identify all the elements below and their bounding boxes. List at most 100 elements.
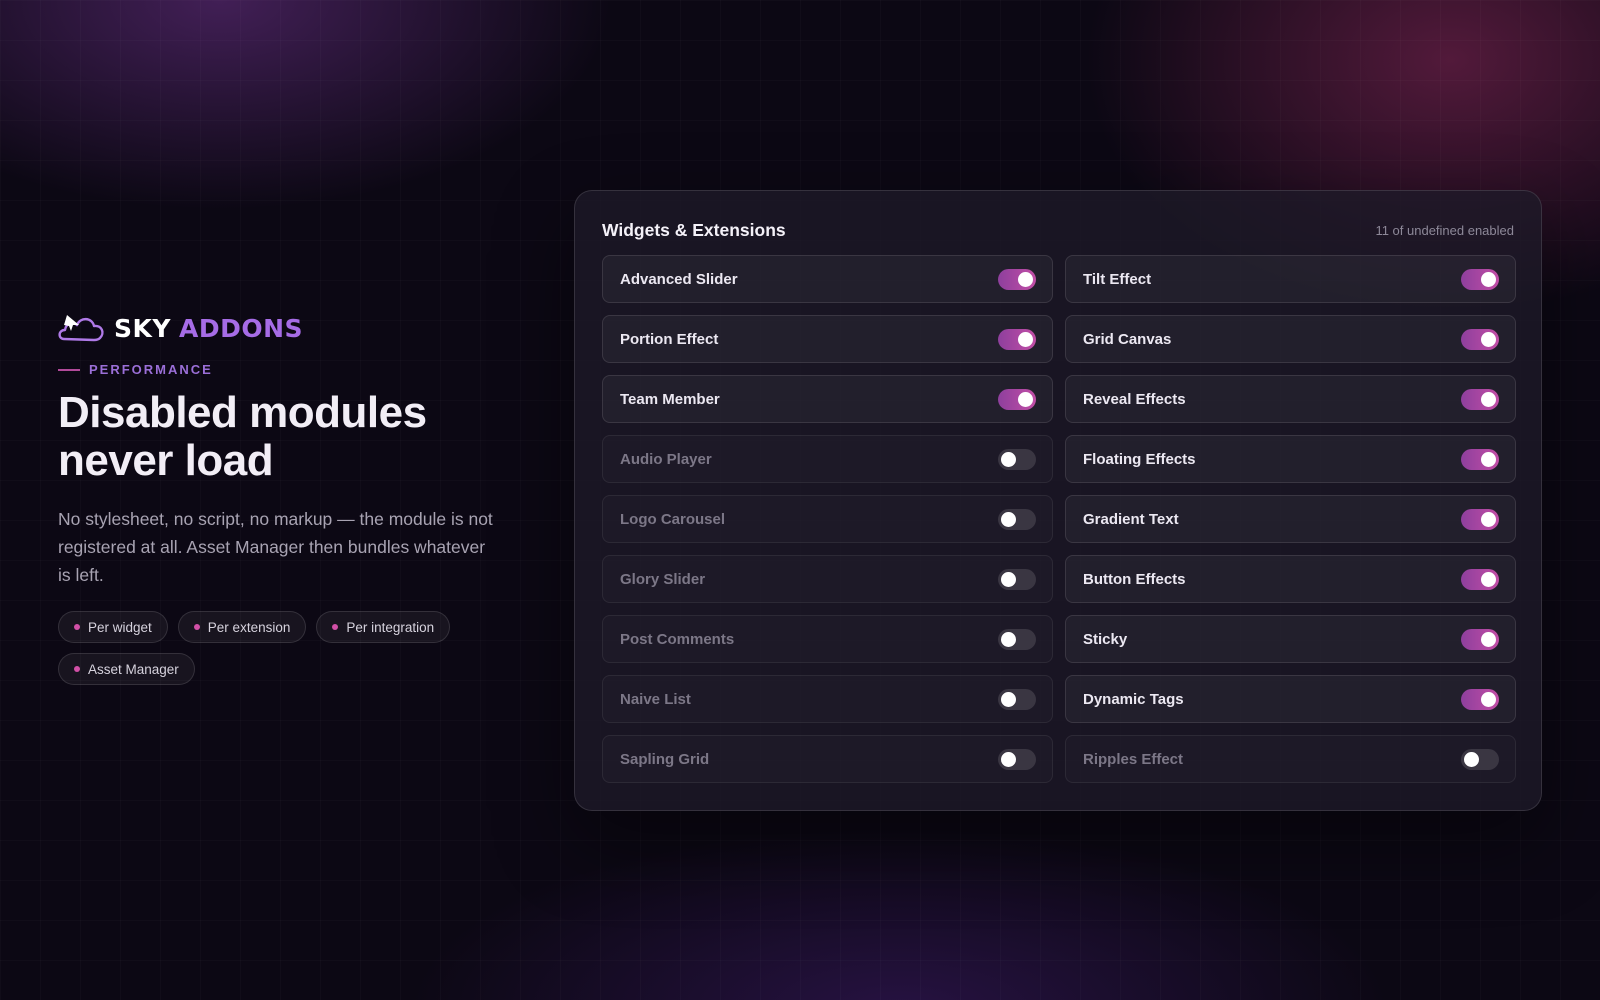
toggle-knob [1001, 571, 1016, 587]
module-toggle[interactable] [1461, 748, 1499, 770]
module-label: Grid Canvas [1083, 330, 1172, 348]
module-row[interactable]: Naive List [602, 675, 1053, 723]
toggle-knob [1018, 331, 1033, 347]
module-toggle[interactable] [1461, 688, 1499, 710]
module-label: Reveal Effects [1083, 390, 1186, 408]
module-row[interactable]: Logo Carousel [602, 495, 1053, 543]
hero-section: SKY ADDONS PERFORMANCE Disabled modules … [58, 308, 498, 695]
module-label: Tilt Effect [1083, 270, 1152, 288]
module-toggle[interactable] [1461, 328, 1499, 350]
eyebrow-text: PERFORMANCE [89, 362, 213, 377]
chip-label: Per integration [346, 619, 435, 635]
module-label: Ripples Effect [1083, 750, 1184, 768]
module-row[interactable]: Team Member [602, 375, 1053, 423]
feature-chips: Per widget Per extension Per integration… [58, 611, 478, 695]
module-label: Team Member [620, 390, 720, 408]
module-toggle[interactable] [1461, 388, 1499, 410]
module-label: Glory Slider [620, 570, 706, 588]
chip-label: Per extension [207, 619, 291, 635]
eyebrow-line [58, 368, 80, 371]
module-row[interactable]: Portion Effect [602, 315, 1053, 363]
description: No stylesheet, no script, no markup — th… [58, 509, 493, 585]
chip-asset-manager: Asset Manager [58, 653, 195, 685]
enabled-count: 11 of undefined enabled [1375, 222, 1514, 238]
module-row[interactable]: Gradient Text [1065, 495, 1516, 543]
module-label: Sapling Grid [620, 750, 710, 768]
module-toggle[interactable] [1461, 628, 1499, 650]
widgets-panel: Widgets & Extensions 11 of undefined ena… [574, 190, 1542, 811]
module-label: Logo Carousel [620, 510, 726, 528]
toggle-knob [1481, 691, 1496, 707]
module-label: Dynamic Tags [1083, 690, 1184, 708]
module-label: Advanced Slider [620, 270, 738, 288]
module-label: Sticky [1083, 630, 1128, 648]
module-toggle[interactable] [1461, 568, 1499, 590]
dot-icon [74, 624, 80, 630]
toggle-knob [1481, 391, 1496, 407]
module-toggle[interactable] [998, 568, 1036, 590]
toggle-knob [1001, 511, 1016, 527]
module-toggle[interactable] [998, 388, 1036, 410]
module-row[interactable]: Audio Player [602, 435, 1053, 483]
dot-icon [332, 624, 339, 630]
panel-header: Widgets & Extensions 11 of undefined ena… [602, 215, 1514, 245]
brand-logo: SKY ADDONS [58, 308, 498, 348]
toggle-knob [1018, 271, 1033, 287]
module-toggle[interactable] [998, 268, 1036, 290]
dot-icon [193, 624, 200, 630]
toggle-knob [1481, 451, 1496, 467]
page-title-line-1: Disabled modules [58, 388, 427, 437]
module-toggle[interactable] [998, 448, 1036, 470]
module-row[interactable]: Sapling Grid [602, 735, 1053, 783]
toggle-knob [1481, 571, 1496, 587]
module-label: Audio Player [620, 450, 712, 468]
chip-per-widget: Per widget [58, 611, 168, 643]
module-row[interactable]: Reveal Effects [1065, 375, 1516, 423]
module-grid: Advanced Slider Tilt Effect Portion Effe… [602, 255, 1516, 783]
toggle-knob [1001, 451, 1016, 467]
toggle-knob [1001, 751, 1016, 767]
toggle-knob [1481, 631, 1496, 647]
module-row[interactable]: Grid Canvas [1065, 315, 1516, 363]
module-toggle[interactable] [1461, 448, 1499, 470]
chip-label: Per widget [88, 619, 152, 635]
module-toggle[interactable] [998, 508, 1036, 530]
module-toggle[interactable] [998, 748, 1036, 770]
chip-per-extension: Per extension [177, 611, 307, 643]
eyebrow: PERFORMANCE [58, 362, 498, 377]
chip-label: Asset Manager [88, 661, 179, 677]
toggle-knob [1001, 631, 1016, 647]
module-toggle[interactable] [1461, 268, 1499, 290]
cloud-plane-icon [58, 315, 104, 342]
panel-title: Widgets & Extensions [602, 219, 786, 240]
toggle-knob [1481, 511, 1496, 527]
module-label: Portion Effect [620, 330, 719, 348]
module-row[interactable]: Ripples Effect [1065, 735, 1516, 783]
toggle-knob [1001, 691, 1016, 707]
module-label: Naive List [620, 690, 691, 708]
dot-icon [74, 666, 80, 672]
page-title: Disabled modules never load [58, 389, 498, 485]
module-row[interactable]: Button Effects [1065, 555, 1516, 603]
toggle-knob [1481, 331, 1496, 347]
module-label: Button Effects [1083, 570, 1186, 588]
module-toggle[interactable] [998, 328, 1036, 350]
toggle-knob [1464, 751, 1479, 767]
module-row[interactable]: Post Comments [602, 615, 1053, 663]
brand-sky: SKY [114, 313, 171, 343]
toggle-knob [1018, 391, 1033, 407]
module-row[interactable]: Floating Effects [1065, 435, 1516, 483]
module-row[interactable]: Tilt Effect [1065, 255, 1516, 303]
module-toggle[interactable] [998, 628, 1036, 650]
toggle-knob [1481, 271, 1496, 287]
module-row[interactable]: Glory Slider [602, 555, 1053, 603]
page-title-line-2: never load [58, 436, 274, 485]
chip-per-integration: Per integration [316, 611, 451, 643]
module-label: Gradient Text [1083, 510, 1179, 528]
module-row[interactable]: Dynamic Tags [1065, 675, 1516, 723]
module-toggle[interactable] [998, 688, 1036, 710]
module-label: Post Comments [620, 630, 735, 648]
module-row[interactable]: Sticky [1065, 615, 1516, 663]
module-toggle[interactable] [1461, 508, 1499, 530]
module-row[interactable]: Advanced Slider [602, 255, 1053, 303]
